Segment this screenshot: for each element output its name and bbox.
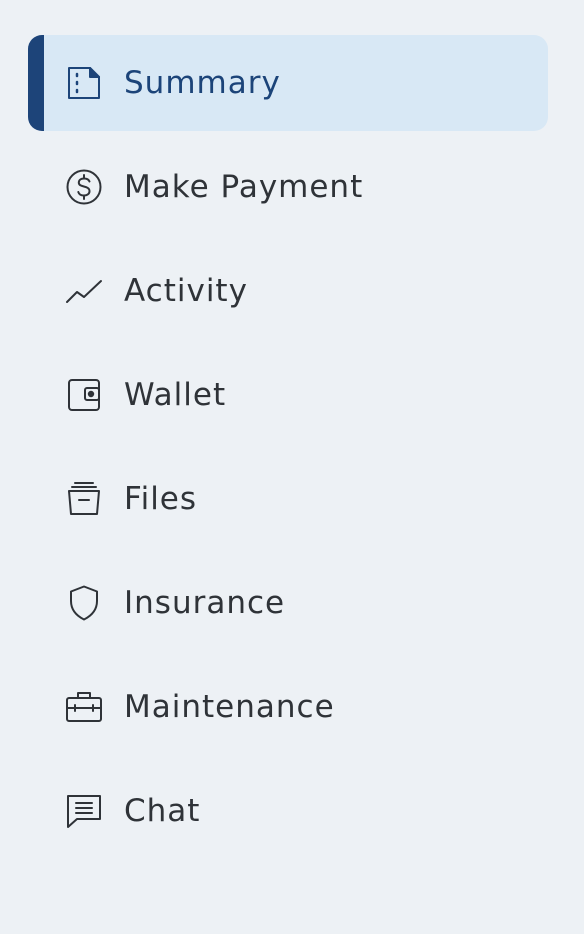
sidebar-item-wallet[interactable]: Wallet: [28, 347, 548, 443]
files-box-icon: [66, 481, 102, 517]
dollar-circle-icon: [66, 169, 102, 205]
sidebar-item-label: Wallet: [124, 376, 227, 413]
sidebar-item-label: Maintenance: [124, 688, 335, 725]
sidebar-item-activity[interactable]: Activity: [28, 243, 548, 339]
summary-document-icon: [66, 65, 102, 101]
sidebar-item-make-payment[interactable]: Make Payment: [28, 139, 548, 235]
sidebar-item-summary[interactable]: Summary: [28, 35, 548, 131]
sidebar-item-label: Files: [124, 480, 198, 517]
wallet-icon: [66, 377, 102, 413]
sidebar-item-chat[interactable]: Chat: [28, 763, 548, 859]
sidebar-item-label: Chat: [124, 792, 201, 829]
sidebar-item-label: Summary: [124, 64, 281, 101]
sidebar-item-maintenance[interactable]: Maintenance: [28, 659, 548, 755]
sidebar-item-label: Insurance: [124, 584, 286, 621]
sidebar-nav: Summary Make Payment Activity Wallet Fil…: [0, 0, 584, 934]
activity-line-icon: [66, 273, 102, 309]
sidebar-item-label: Activity: [124, 272, 248, 309]
sidebar-item-files[interactable]: Files: [28, 451, 548, 547]
sidebar-item-label: Make Payment: [124, 168, 364, 205]
shield-icon: [66, 585, 102, 621]
toolbox-icon: [66, 689, 102, 725]
sidebar-item-insurance[interactable]: Insurance: [28, 555, 548, 651]
chat-message-icon: [66, 793, 102, 829]
